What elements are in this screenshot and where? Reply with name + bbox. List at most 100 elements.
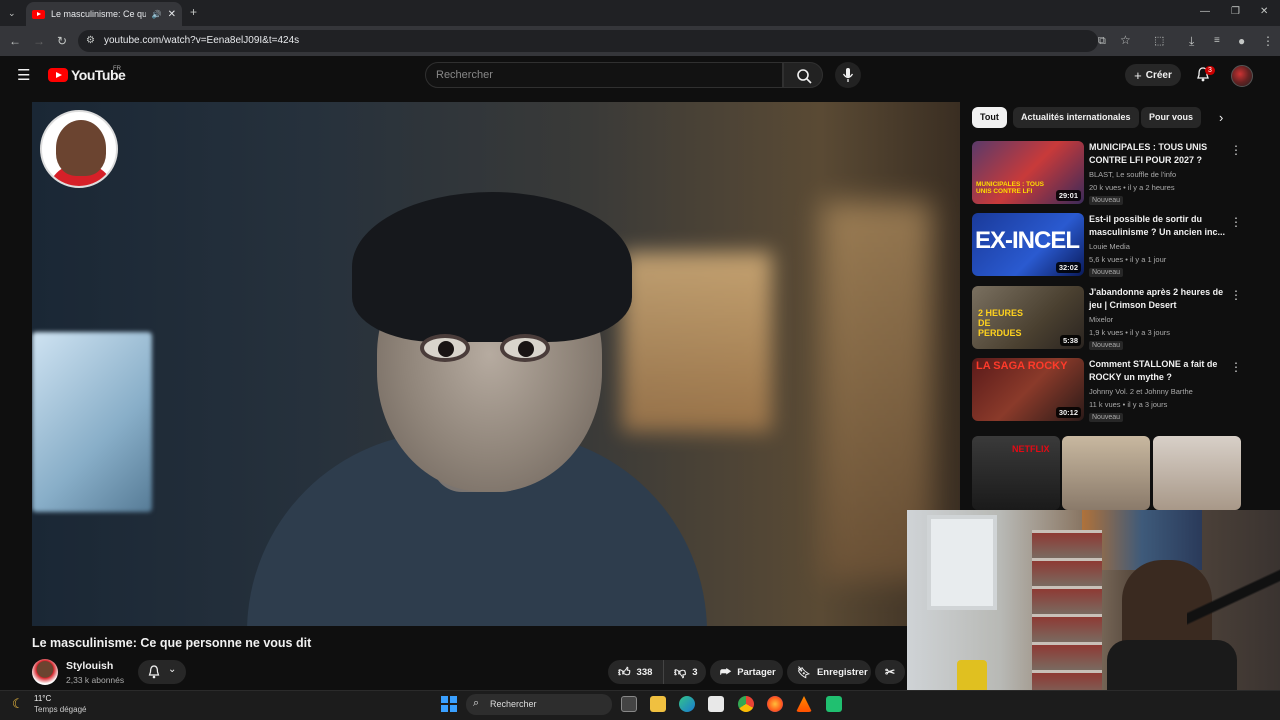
windows-taskbar — [0, 690, 1280, 720]
close-window-icon[interactable]: ✕ — [1260, 5, 1268, 19]
install-app-icon[interactable]: ⧉ — [1098, 34, 1106, 48]
browser-tab[interactable]: Le masculinisme: Ce que pe 🔊 ✕ — [26, 2, 182, 26]
weather-moon-icon[interactable]: ☾ — [12, 696, 24, 712]
video-thumbnail[interactable]: EX-INCEL 32:02 — [972, 213, 1084, 276]
video-thumbnail[interactable]: 2 HEURES DE PERDUES 5:38 — [972, 286, 1084, 349]
channel-avatar[interactable] — [32, 659, 58, 685]
weather-description[interactable]: Temps dégagé — [34, 705, 86, 714]
minimize-icon[interactable]: — — [1200, 5, 1210, 19]
chrome-icon[interactable] — [738, 696, 754, 712]
share-button[interactable]: ⮫ Partager — [710, 660, 783, 684]
chevron-right-icon[interactable]: › — [1219, 110, 1223, 125]
channel-name[interactable]: Stylouish — [66, 660, 113, 672]
video-meta: 11 k vues • il y a 3 jours — [1089, 400, 1168, 409]
chip-for-you[interactable]: Pour vous — [1141, 107, 1202, 128]
channel-name[interactable]: BLAST, Le souffle de l'info — [1089, 170, 1176, 179]
hamburger-menu-icon[interactable]: ☰ — [17, 66, 30, 84]
bookshelf — [1032, 530, 1102, 690]
video-meta: 5,6 k vues • il y a 1 jour — [1089, 255, 1167, 264]
video-thumbnail[interactable]: LA SAGA ROCKY 30:12 — [972, 358, 1084, 421]
logo-region: FR — [113, 66, 121, 72]
like-button[interactable]: 👍︎ 338 — [608, 660, 663, 684]
firefox-icon[interactable] — [767, 696, 783, 712]
recommended-video[interactable]: EX-INCEL 32:02 Est-il possible de sortir… — [972, 213, 1242, 281]
video-monitor-glow — [32, 332, 152, 512]
search-input[interactable]: Rechercher — [425, 62, 783, 88]
tab-title: Le masculinisme: Ce que pe — [51, 9, 146, 19]
windows-start-icon[interactable] — [441, 696, 457, 712]
notification-count-badge: 3 — [1205, 66, 1215, 75]
video-title[interactable]: J'abandonne après 2 heures de jeu | Crim… — [1089, 286, 1229, 312]
edge-icon[interactable] — [679, 696, 695, 712]
voice-search-button[interactable] — [835, 62, 861, 88]
scissors-icon: ✂ — [885, 665, 896, 679]
recommended-video[interactable]: MUNICIPALES : TOUS UNIS CONTRE LFI 29:01… — [972, 141, 1242, 209]
url-text[interactable]: youtube.com/watch?v=Eena8elJ09I&t=424s — [104, 35, 299, 46]
short-thumbnail[interactable] — [1153, 436, 1241, 510]
bell-icon — [148, 665, 160, 679]
youtube-logo-icon — [48, 68, 68, 82]
account-avatar[interactable] — [1231, 65, 1253, 87]
bookmark-star-icon[interactable]: ☆ — [1120, 33, 1131, 47]
maximize-icon[interactable]: ❐ — [1231, 5, 1240, 19]
chevron-down-icon: ⌄ — [168, 664, 177, 675]
channel-watermark[interactable] — [40, 110, 118, 188]
tab-manager-icon[interactable]: ≡ — [1214, 34, 1220, 48]
chip-all[interactable]: Tout — [972, 107, 1007, 128]
back-icon[interactable]: ← — [9, 34, 21, 48]
microphone-arm — [1187, 510, 1280, 690]
search-button[interactable] — [783, 62, 823, 88]
more-options-icon[interactable]: ⋮ — [1230, 143, 1242, 157]
video-title[interactable]: Est-il possible de sortir du masculinism… — [1089, 213, 1229, 239]
webcam-overlay — [907, 510, 1280, 690]
create-button[interactable]: + Créer — [1125, 64, 1181, 86]
more-options-icon[interactable]: ⋮ — [1230, 288, 1242, 302]
extensions-icon[interactable]: ⬚ — [1154, 34, 1164, 48]
weather-temperature[interactable]: 11°C — [34, 694, 51, 703]
video-meta: 20 k vues • il y a 2 heures — [1089, 183, 1175, 192]
channel-name[interactable]: Johnny Vol. 2 et Johnny Barthe — [1089, 387, 1193, 396]
dislike-button[interactable]: 👎︎ 3 — [663, 660, 706, 684]
tab-search-icon[interactable]: ⌄ — [8, 6, 16, 20]
clip-button[interactable]: ✂ — [875, 660, 905, 684]
profile-icon[interactable]: ● — [1238, 34, 1245, 48]
recommended-video[interactable]: 2 HEURES DE PERDUES 5:38 J'abandonne apr… — [972, 286, 1242, 354]
subscription-bell-button[interactable]: ⌄ — [138, 660, 186, 684]
recommended-video[interactable]: LA SAGA ROCKY 30:12 Comment STALLONE a f… — [972, 358, 1242, 426]
more-options-icon[interactable]: ⋮ — [1230, 360, 1242, 374]
search-icon: ⌕ — [473, 697, 480, 709]
short-thumbnail[interactable]: NETFLIX — [972, 436, 1060, 510]
new-badge: Nouveau — [1089, 341, 1124, 350]
video-player[interactable] — [32, 102, 960, 626]
more-options-icon[interactable]: ⋮ — [1230, 215, 1242, 229]
store-icon[interactable] — [708, 696, 724, 712]
channel-name[interactable]: Mixelor — [1089, 315, 1113, 324]
forward-icon[interactable]: → — [33, 34, 45, 48]
video-title[interactable]: Comment STALLONE a fait de ROCKY un myth… — [1089, 358, 1229, 384]
site-info-icon[interactable]: ⚙ — [86, 34, 95, 48]
download-icon[interactable]: ⤓ — [1189, 34, 1194, 48]
duration-badge: 30:12 — [1055, 407, 1081, 418]
close-tab-icon[interactable]: ✕ — [168, 9, 176, 20]
taskbar-search[interactable]: Rechercher — [466, 694, 612, 715]
file-explorer-icon[interactable] — [650, 696, 666, 712]
thumbs-up-icon: 👍︎ — [618, 664, 631, 679]
video-meta: 1,9 k vues • il y a 3 jours — [1089, 328, 1170, 337]
new-tab-icon[interactable]: + — [190, 5, 197, 19]
video-title[interactable]: MUNICIPALES : TOUS UNIS CONTRE LFI POUR … — [1089, 141, 1229, 167]
plus-icon: + — [1134, 67, 1142, 83]
task-view-icon[interactable] — [621, 696, 637, 712]
video-title: Le masculinisme: Ce que personne ne vous… — [32, 636, 312, 650]
channel-name[interactable]: Louie Media — [1089, 242, 1130, 251]
app-icon[interactable] — [826, 696, 842, 712]
chip-international-news[interactable]: Actualités internationales — [1013, 107, 1139, 128]
video-thumbnail[interactable]: MUNICIPALES : TOUS UNIS CONTRE LFI 29:01 — [972, 141, 1084, 204]
speaker-icon[interactable]: 🔊 — [152, 10, 162, 19]
browser-menu-icon[interactable]: ⋮ — [1262, 34, 1274, 48]
new-badge: Nouveau — [1089, 196, 1124, 205]
save-button[interactable]: 🔖︎ Enregistrer — [787, 660, 871, 684]
short-thumbnail[interactable] — [1062, 436, 1150, 510]
duration-badge: 5:38 — [1059, 335, 1081, 346]
new-badge: Nouveau — [1089, 413, 1124, 422]
reload-icon[interactable]: ↻ — [57, 34, 67, 48]
